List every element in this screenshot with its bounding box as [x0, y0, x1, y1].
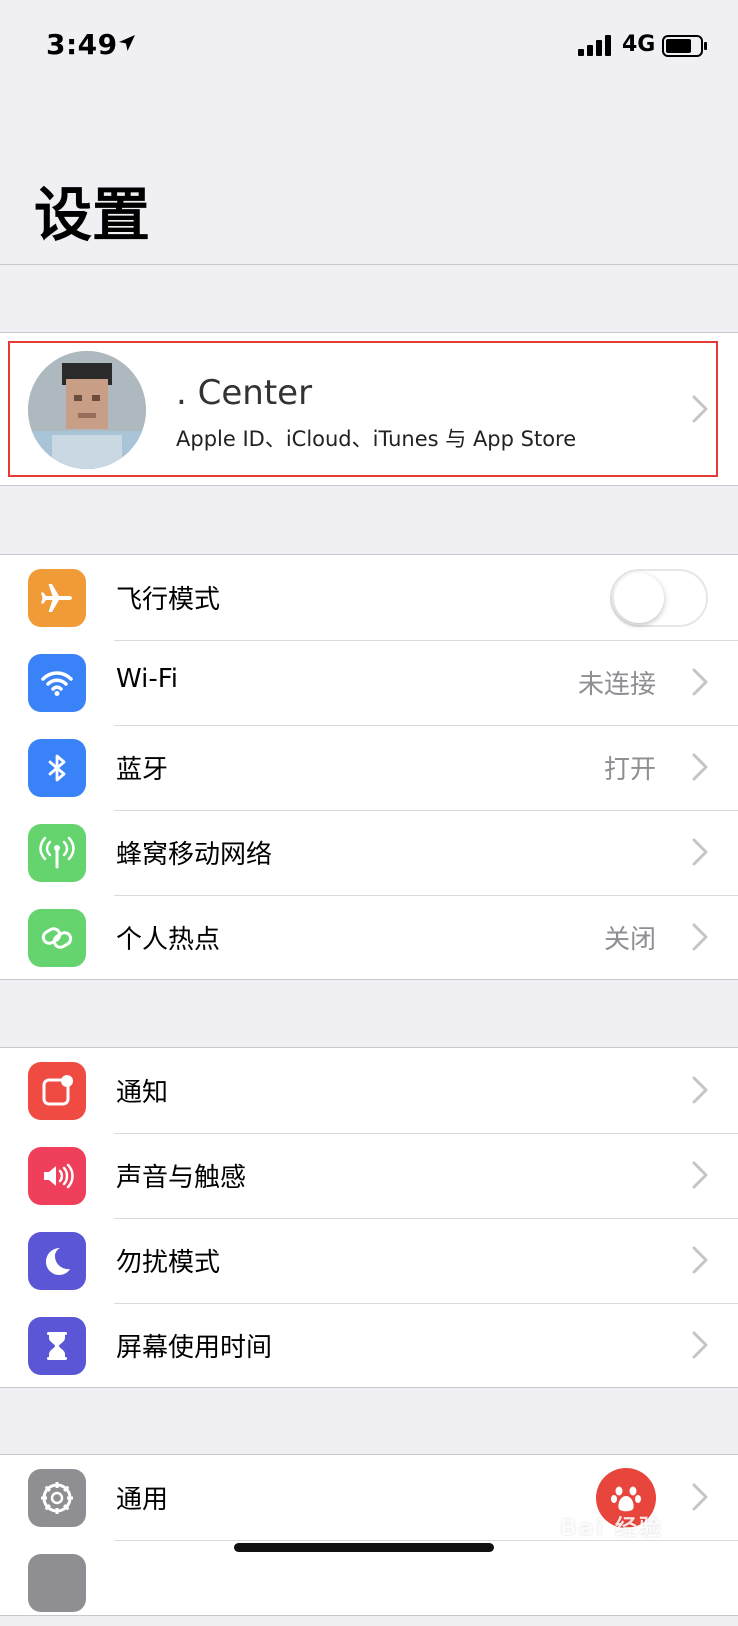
hourglass-icon	[28, 1317, 86, 1375]
status-bar: 3:49 4G	[0, 0, 738, 90]
home-indicator[interactable]	[234, 1543, 494, 1552]
row-label: 屏幕使用时间	[116, 1333, 273, 1363]
row-label: 通知	[116, 1078, 169, 1108]
apple-id-profile-row[interactable]: . Center Apple ID、iCloud、iTunes 与 App St…	[0, 333, 738, 485]
location-arrow-icon	[119, 35, 135, 51]
profile-group: . Center Apple ID、iCloud、iTunes 与 App St…	[0, 332, 738, 486]
sounds-row[interactable]: 声音与触感	[0, 1133, 738, 1219]
notifications-group: 通知 声音与触感 勿扰模式 屏幕使用时间	[0, 1047, 738, 1388]
row-label: Wi-Fi	[116, 664, 179, 694]
chevron-right-icon	[692, 1483, 708, 1511]
chevron-right-icon	[692, 668, 708, 696]
airplane-mode-row: 飞行模式	[0, 555, 738, 641]
row-label: 蓝牙	[116, 755, 169, 785]
row-value: 未连接	[577, 670, 656, 700]
title-divider	[0, 264, 738, 265]
bluetooth-row[interactable]: 蓝牙 打开	[0, 725, 738, 811]
chevron-right-icon	[692, 1331, 708, 1359]
status-time: 3:49	[46, 28, 118, 61]
next-row-partial[interactable]	[0, 1540, 738, 1626]
wifi-icon	[28, 654, 86, 712]
chevron-right-icon	[692, 1246, 708, 1274]
chevron-right-icon	[692, 753, 708, 781]
row-label: 勿扰模式	[116, 1248, 221, 1278]
screen-time-row[interactable]: 屏幕使用时间	[0, 1303, 738, 1389]
row-label: 飞行模式	[116, 585, 221, 615]
chevron-right-icon	[692, 1076, 708, 1104]
highlight-frame	[8, 341, 718, 477]
bluetooth-icon	[28, 739, 86, 797]
hotspot-row[interactable]: 个人热点 关闭	[0, 895, 738, 981]
battery-icon	[662, 35, 707, 57]
connectivity-group: 飞行模式 Wi-Fi 未连接 蓝牙 打开 蜂窝移动网络 个人热点 关闭	[0, 554, 738, 980]
toggle-knob	[614, 573, 664, 623]
notifications-row[interactable]: 通知	[0, 1048, 738, 1134]
row-label: 蜂窝移动网络	[116, 840, 273, 870]
hotspot-icon	[28, 909, 86, 967]
row-value: 打开	[603, 755, 656, 785]
chevron-right-icon	[692, 923, 708, 951]
do-not-disturb-row[interactable]: 勿扰模式	[0, 1218, 738, 1304]
wifi-row[interactable]: Wi-Fi 未连接	[0, 640, 738, 726]
signal-bars-icon	[578, 35, 611, 56]
row-label: 个人热点	[116, 925, 221, 955]
notification-icon	[28, 1062, 86, 1120]
row-label: 通用	[116, 1485, 169, 1515]
sound-icon	[28, 1147, 86, 1205]
chevron-right-icon	[692, 1161, 708, 1189]
network-type: 4G	[622, 32, 656, 57]
watermark-text: Bai 经验	[560, 1516, 663, 1541]
moon-icon	[28, 1232, 86, 1290]
gear-icon	[28, 1469, 86, 1527]
row-label: 声音与触感	[116, 1163, 247, 1193]
control-center-icon	[28, 1554, 86, 1612]
cellular-row[interactable]: 蜂窝移动网络	[0, 810, 738, 896]
row-value: 关闭	[603, 925, 656, 955]
cellular-icon	[28, 824, 86, 882]
chevron-right-icon	[692, 838, 708, 866]
page-title: 设置	[34, 181, 151, 249]
airplane-icon	[28, 569, 86, 627]
airplane-mode-toggle[interactable]	[610, 569, 708, 627]
